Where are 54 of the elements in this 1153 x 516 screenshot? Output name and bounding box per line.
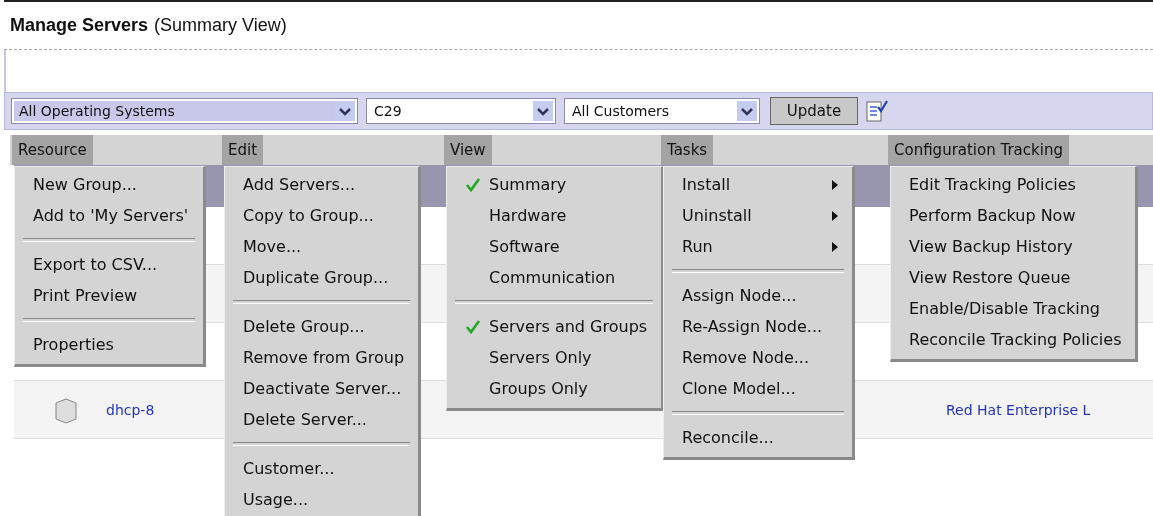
menu-item[interactable]: Copy to Group... [225, 200, 419, 231]
filter-select[interactable]: All Operating Systems [11, 98, 358, 124]
menu-item[interactable]: Assign Node... [664, 280, 852, 311]
submenu-arrow-icon [832, 210, 838, 221]
menu-title[interactable]: View [444, 135, 492, 165]
check-icon [465, 176, 481, 193]
menu-item[interactable]: Customer... [225, 453, 419, 484]
os-name: Red Hat Enterprise L [946, 401, 1091, 418]
menu-item[interactable]: Summary [447, 169, 662, 200]
menu-item[interactable]: Usage... [225, 484, 419, 515]
menu-title[interactable]: Configuration Tracking [888, 135, 1069, 165]
menu-title[interactable]: Edit [222, 135, 264, 165]
update-button[interactable]: Update [770, 97, 858, 125]
menu-item[interactable]: Delete Server... [225, 404, 419, 435]
filter-select[interactable]: C29 [366, 98, 556, 124]
page-subtitle: (Summary View) [154, 15, 287, 36]
menu-item[interactable]: Reconcile Tracking Policies [891, 324, 1136, 355]
menu-item[interactable]: Software [447, 231, 662, 262]
menu-item[interactable]: Add to 'My Servers' [15, 200, 203, 231]
menu-item[interactable]: Add Servers... [225, 169, 419, 200]
menu-item[interactable]: Export to CSV... [15, 249, 203, 280]
filter-select[interactable]: All Customers [564, 98, 760, 124]
menu-item[interactable]: Uninstall [664, 200, 852, 231]
menu-item[interactable]: Perform Backup Now [891, 200, 1136, 231]
menu-item[interactable]: Remove Node... [664, 342, 852, 373]
menu-item[interactable]: Run [664, 231, 852, 262]
menu-item[interactable]: Hardware [447, 200, 662, 231]
menu-item[interactable]: Print Preview [15, 280, 203, 311]
menu-item[interactable]: Install [664, 169, 852, 200]
menu-item[interactable]: Servers and Groups [447, 311, 662, 342]
menu-item[interactable]: Deactivate Server... [225, 373, 419, 404]
menu-item[interactable]: Delete Group... [225, 311, 419, 342]
menu-item[interactable]: Servers Only [447, 342, 662, 373]
menu-item[interactable]: Re-Assign Node... [664, 311, 852, 342]
page-title: Manage Servers [10, 15, 149, 36]
check-icon [465, 318, 481, 335]
menu-item[interactable]: Edit Tracking Policies [891, 169, 1136, 200]
submenu-arrow-icon [832, 241, 838, 252]
menu-item[interactable]: View Backup History [891, 231, 1136, 262]
menu-item[interactable]: Communication [447, 262, 662, 293]
menu-item[interactable]: Properties [15, 329, 203, 360]
menu-title[interactable]: Tasks [661, 135, 714, 165]
menu-title[interactable]: Resource [12, 135, 93, 165]
menu-item[interactable]: Groups Only [447, 373, 662, 404]
checklist-icon[interactable] [866, 99, 888, 123]
menu-item[interactable]: Clone Model... [664, 373, 852, 404]
menu-item[interactable]: New Group... [15, 169, 203, 200]
menu-item[interactable]: Duplicate Group... [225, 262, 419, 293]
menu-item[interactable]: Move... [225, 231, 419, 262]
menu-item[interactable]: Reconcile... [664, 422, 852, 453]
menu-item[interactable]: Enable/Disable Tracking [891, 293, 1136, 324]
menu-item[interactable]: Remove from Group [225, 342, 419, 373]
submenu-arrow-icon [832, 179, 838, 190]
menu-item[interactable]: View Restore Queue [891, 262, 1136, 293]
